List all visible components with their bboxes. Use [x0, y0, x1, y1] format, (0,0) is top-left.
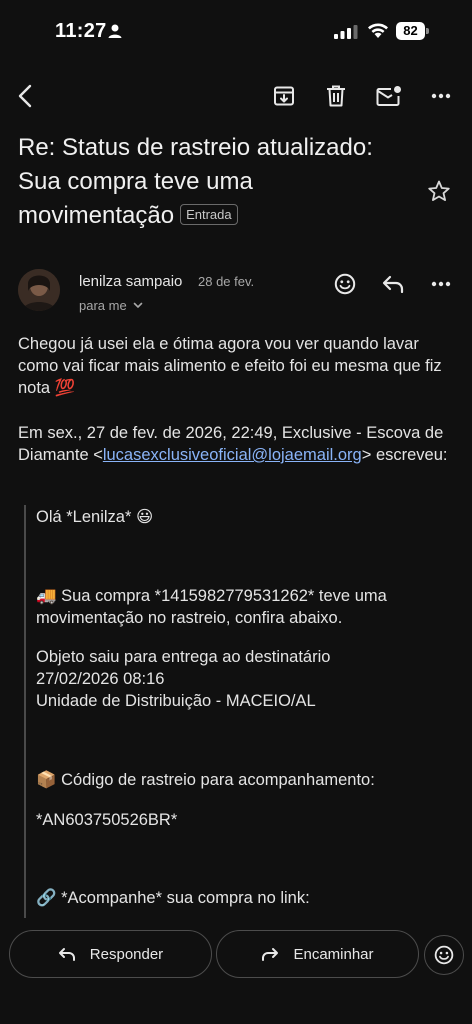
back-icon: [18, 84, 32, 108]
quote-bar: [24, 505, 26, 925]
quoted-tracking-label: 📦 Código de rastreio para acompanhamento…: [36, 771, 375, 789]
signal-icon: [334, 25, 358, 39]
reply-button[interactable]: Responder: [9, 930, 212, 978]
more-button[interactable]: [424, 80, 458, 112]
sender-avatar[interactable]: [18, 269, 60, 311]
emoji-icon: [334, 273, 356, 295]
status-time: 11:27: [55, 20, 107, 42]
delete-icon: [327, 85, 345, 107]
wifi-icon: [368, 23, 388, 38]
mark-unread-icon: [376, 86, 401, 106]
recipients-label: para me: [79, 298, 127, 313]
email-subject: Re: Status de rastreio atualizado: Sua c…: [18, 131, 408, 233]
mark-unread-button[interactable]: [372, 80, 406, 112]
battery-indicator: 82: [396, 22, 430, 40]
status-datetime: 27/02/2026 08:16: [36, 670, 165, 688]
avatar-photo: [18, 269, 60, 311]
reply-icon-button[interactable]: [378, 269, 408, 299]
forward-label: Encaminhar: [293, 945, 374, 963]
archive-icon: [274, 86, 294, 106]
more-icon: [431, 281, 451, 287]
reply-icon: [382, 275, 404, 293]
chevron-down-icon: [134, 302, 143, 309]
inbox-label-badge[interactable]: Entrada: [180, 204, 238, 225]
emoji-icon: [434, 945, 454, 965]
quoted-purchase-update: 🚚 Sua compra *1415982779531262* teve uma…: [36, 587, 387, 627]
star-button[interactable]: [424, 176, 454, 206]
star-icon: [428, 180, 450, 201]
sent-date: 28 de fev.: [198, 274, 255, 289]
status-location: Unidade de Distribuição - MACEIO/AL: [36, 692, 316, 710]
recipients-toggle[interactable]: para me: [79, 298, 143, 313]
back-button[interactable]: [10, 80, 40, 112]
quoted-link-label: 🔗 *Acompanhe* sua compra no link:: [36, 889, 310, 907]
sender-name[interactable]: lenilza sampaio: [79, 273, 182, 290]
more-icon: [431, 93, 451, 99]
quote-header: Em sex., 27 de fev. de 2026, 22:49, Excl…: [18, 422, 448, 466]
add-reaction-button[interactable]: [330, 269, 360, 299]
battery-level: 82: [396, 22, 425, 40]
quote-header-suffix: > escreveu:: [361, 446, 448, 464]
forward-icon: [262, 948, 279, 961]
sender-email-link[interactable]: lucasexclusiveoficial@lojaemail.org: [103, 446, 362, 464]
react-emoji-button[interactable]: [424, 935, 464, 975]
tracking-code: *AN603750526BR*: [36, 811, 178, 829]
message-more-button[interactable]: [426, 269, 456, 299]
delete-button[interactable]: [320, 80, 352, 112]
forward-button[interactable]: Encaminhar: [216, 930, 419, 978]
reply-label: Responder: [89, 945, 164, 963]
quoted-greeting: Olá *Lenilza* 😃: [36, 508, 154, 526]
message-body: Chegou já usei ela e ótima agora vou ver…: [18, 335, 442, 397]
reply-icon: [58, 948, 75, 961]
quoted-delivery-status: Objeto saiu para entrega ao destinatário…: [36, 646, 446, 712]
person-icon: [108, 24, 122, 38]
archive-button[interactable]: [268, 80, 300, 112]
status-line: Objeto saiu para entrega ao destinatário: [36, 648, 331, 666]
